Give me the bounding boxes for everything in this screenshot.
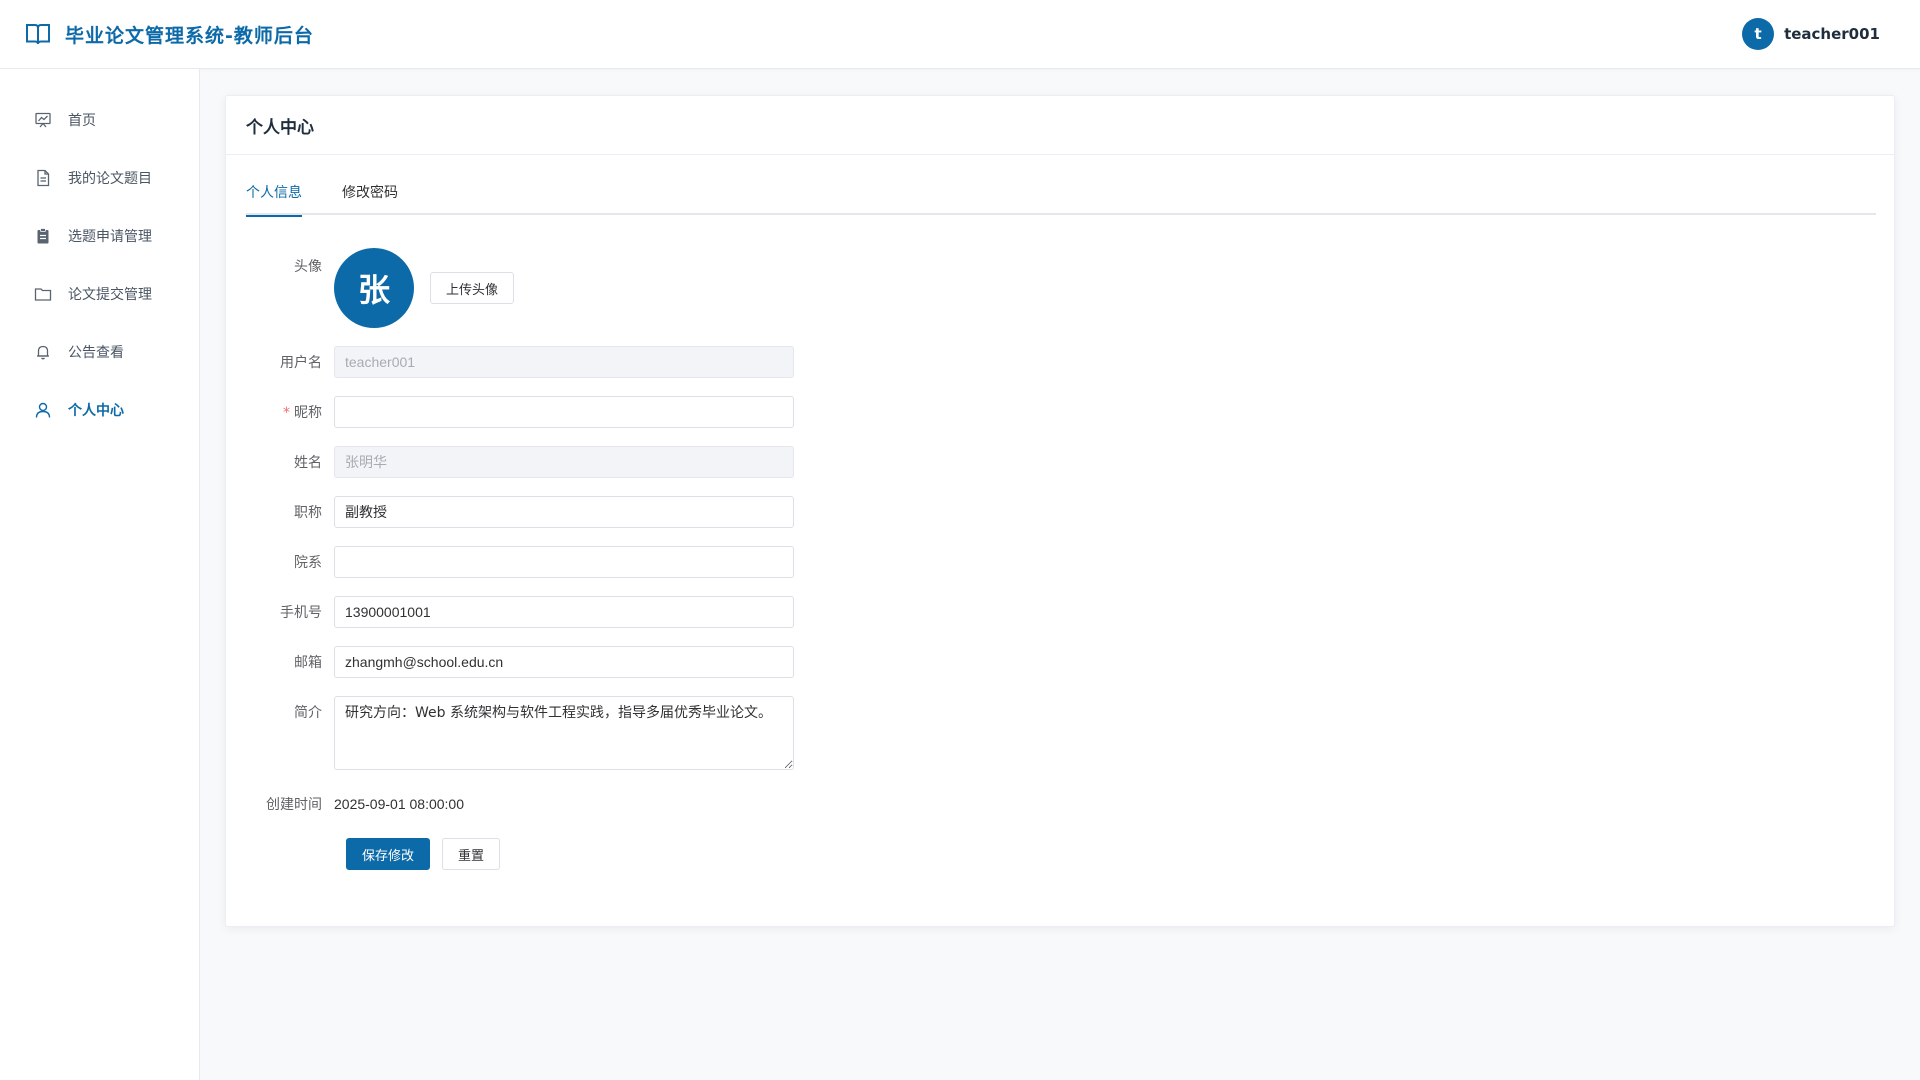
profile-card: 个人中心 个人信息 修改密码 头像 张 上传头像 用户名 *昵称 姓名 职称 院… <box>225 95 1895 927</box>
sidebar-item-label: 选题申请管理 <box>68 229 152 245</box>
profile-tabs: 个人信息 修改密码 <box>246 176 1876 217</box>
save-button[interactable]: 保存修改 <box>346 838 431 870</box>
email-label: 邮箱 <box>294 655 322 671</box>
bio-row: 简介 研究方向：Web 系统架构与软件工程实践，指导多届优秀毕业论文。 <box>226 696 794 770</box>
sidebar-item-topic-applications[interactable]: 选题申请管理 <box>0 207 199 265</box>
brand[interactable]: 毕业论文管理系统-教师后台 <box>25 21 314 48</box>
document-icon <box>37 169 50 187</box>
bell-icon <box>37 345 49 360</box>
sidebar-item-label: 我的论文题目 <box>68 171 152 187</box>
sidebar-item-paper-submissions[interactable]: 论文提交管理 <box>0 265 199 323</box>
user-name[interactable]: teacher001 <box>1784 25 1880 43</box>
upload-avatar-button[interactable]: 上传头像 <box>430 272 515 304</box>
sidebar-item-label: 公告查看 <box>68 345 124 361</box>
sidebar-item-profile[interactable]: 个人中心 <box>0 381 199 439</box>
department-row: 院系 <box>226 546 794 578</box>
created-time: 2025-09-01 08:00:00 <box>334 796 464 812</box>
username-label: 用户名 <box>280 355 322 371</box>
nickname-label-text: 昵称 <box>294 405 322 421</box>
sidebar-item-label: 首页 <box>68 113 96 129</box>
phone-label: 手机号 <box>280 605 322 621</box>
reset-button[interactable]: 重置 <box>442 838 501 870</box>
chart-board-icon <box>35 112 51 128</box>
nickname-label: * 昵称 <box>226 402 334 422</box>
tab-change-password[interactable]: 修改密码 <box>342 176 398 215</box>
email-input[interactable] <box>334 646 794 678</box>
phone-row: 手机号 <box>226 596 794 628</box>
bio-textarea[interactable]: 研究方向：Web 系统架构与软件工程实践，指导多届优秀毕业论文。 <box>334 696 794 770</box>
avatar-row: 头像 张 上传头像 <box>226 248 515 328</box>
title-row: 职称 <box>226 496 794 528</box>
phone-input[interactable] <box>334 596 794 628</box>
title-label: 职称 <box>294 505 322 521</box>
clipboard-icon <box>37 228 49 244</box>
folder-icon <box>34 288 52 301</box>
open-book-icon <box>26 24 50 45</box>
sidebar: 首页 我的论文题目 选题申请管理 论文提交管理 公告查看 个人中心 <box>0 69 200 1080</box>
department-label: 院系 <box>294 555 322 571</box>
sidebar-item-my-topics[interactable]: 我的论文题目 <box>0 149 199 207</box>
user-menu[interactable]: t teacher001 <box>1742 18 1880 50</box>
form-actions: 保存修改 重置 <box>346 838 501 870</box>
user-icon <box>35 402 51 418</box>
tab-personal-info[interactable]: 个人信息 <box>246 176 302 217</box>
sidebar-item-announcements[interactable]: 公告查看 <box>0 323 199 381</box>
realname-input[interactable] <box>334 446 794 478</box>
created-row: 创建时间 2025-09-01 08:00:00 <box>226 788 464 820</box>
required-mark: * <box>283 405 290 421</box>
sidebar-item-label: 个人中心 <box>68 403 124 419</box>
job-title-input[interactable] <box>334 496 794 528</box>
realname-row: 姓名 <box>226 446 794 478</box>
sidebar-menu: 首页 我的论文题目 选题申请管理 论文提交管理 公告查看 个人中心 <box>0 69 199 439</box>
email-row: 邮箱 <box>226 646 794 678</box>
card-title: 个人中心 <box>226 96 1894 155</box>
top-header: 毕业论文管理系统-教师后台 t teacher001 <box>0 0 1920 69</box>
bio-label: 简介 <box>294 705 322 721</box>
profile-avatar: 张 <box>334 248 414 328</box>
user-avatar[interactable]: t <box>1742 18 1775 50</box>
username-row: 用户名 <box>226 346 794 378</box>
nickname-row: * 昵称 <box>226 396 794 428</box>
username-input[interactable] <box>334 346 794 378</box>
department-input[interactable] <box>334 546 794 578</box>
app-title: 毕业论文管理系统-教师后台 <box>65 24 314 47</box>
realname-label: 姓名 <box>294 455 322 471</box>
sidebar-item-label: 论文提交管理 <box>68 287 152 303</box>
nickname-input[interactable] <box>334 396 794 428</box>
created-label: 创建时间 <box>266 797 322 813</box>
avatar-label: 头像 <box>294 259 322 275</box>
sidebar-item-home[interactable]: 首页 <box>0 91 199 149</box>
